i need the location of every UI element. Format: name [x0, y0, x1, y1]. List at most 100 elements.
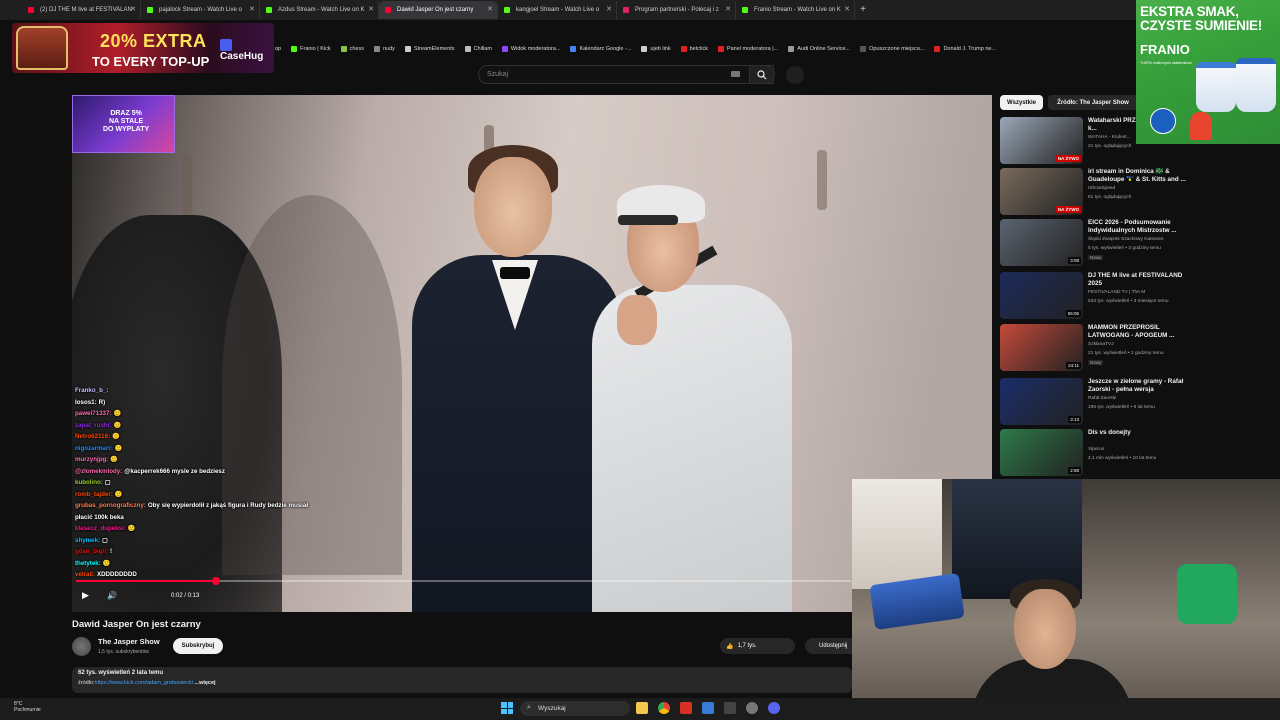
browser-tab[interactable]: Franio Stream - Watch Live on K ✕: [736, 1, 855, 19]
video-thumbnail[interactable]: 3:13: [1000, 378, 1083, 425]
close-tab-icon[interactable]: ✕: [606, 5, 612, 13]
chat-text: 🙂: [114, 490, 123, 498]
bookmark-item[interactable]: Donald J. Trump ne...: [934, 46, 996, 52]
casehug-logo: CaseHug: [220, 39, 274, 62]
bookmark-item[interactable]: Widok moderatora...: [501, 46, 560, 52]
bookmark-label: chess: [349, 46, 364, 52]
recommended-video[interactable]: 2:58 Dis vs donejty Viperus 2,1 mln wyświet…: [1000, 429, 1280, 479]
recommended-video[interactable]: 3:08 EICC 2026 - Podsumowanie Indywidualn…: [1000, 219, 1280, 269]
icecream-ad[interactable]: EKSTRA SMAK, CZYSTE SUMIENIE! FRANIO *100…: [1136, 0, 1280, 144]
bookmark-item[interactable]: nudy: [373, 46, 395, 52]
video-thumbnail[interactable]: NA ŻYWO: [1000, 117, 1083, 164]
recommended-channel[interactable]: SzklanaTVJ: [1088, 342, 1114, 347]
video-thumbnail[interactable]: 24:11: [1000, 324, 1083, 371]
play-button[interactable]: ▶: [82, 590, 89, 601]
search-input[interactable]: Szukaj: [478, 65, 774, 84]
subscribe-button[interactable]: Subskrybuj: [173, 638, 223, 654]
keyboard-icon[interactable]: [731, 71, 740, 77]
browser-tab[interactable]: Azdus Stream - Watch Live on K ✕: [260, 1, 379, 19]
bookmark-item[interactable]: Franio | Kick: [291, 46, 331, 52]
taskbar-search[interactable]: ⌕ Wyszukaj: [520, 701, 630, 716]
bookmark-item[interactable]: Chillam: [464, 46, 492, 52]
video-thumbnail[interactable]: 2:58: [1000, 429, 1083, 476]
bookmark-item[interactable]: chess: [340, 46, 364, 52]
recommended-title[interactable]: EICC 2026 - Podsumowanie Indywidualnych …: [1088, 219, 1190, 235]
voice-search-button[interactable]: [786, 66, 804, 84]
chat-message: @zlomekmlody: @kacperrek666 mysle ze bedz…: [75, 466, 395, 478]
video-thumbnail[interactable]: 3:08: [1000, 219, 1083, 266]
recommended-video[interactable]: NA ŻYWO irl stream in Dominica 🇩🇲 & Guade…: [1000, 168, 1280, 218]
weather-widget[interactable]: 8°C Pochmurnie: [14, 701, 41, 713]
recommended-title[interactable]: irl stream in Dominica 🇩🇲 & Guadeloupe 🇬…: [1088, 168, 1190, 184]
search-button[interactable]: [749, 65, 775, 84]
bookmark-item[interactable]: ujeb link: [641, 46, 671, 52]
browser-tab[interactable]: Program partnerski - Polecaj i z ✕: [617, 1, 736, 19]
casehug-ad[interactable]: 20% EXTRA TO EVERY TOP-UP CaseHug: [12, 23, 274, 73]
discord-icon[interactable]: [768, 702, 780, 714]
notes-icon[interactable]: [702, 702, 714, 714]
chat-message: thetytek: 🙂: [75, 558, 395, 570]
icecream-tub-image: [1236, 58, 1276, 112]
bookmark-item[interactable]: StreamElements: [404, 46, 455, 52]
recommended-title[interactable]: Dis vs donejty: [1088, 429, 1190, 437]
close-tab-icon[interactable]: ✕: [249, 5, 255, 13]
tab-label: (2) DJ THE M live at FESTIVALAN: [40, 7, 132, 13]
browser-tab[interactable]: Dawid Jasper On jest czarny ✕: [379, 1, 498, 19]
recommended-channel[interactable]: Śląski Związek Szachowy Katowice: [1088, 237, 1164, 242]
chrome-icon[interactable]: [658, 702, 670, 714]
recommended-channel[interactable]: IShowSpeed: [1088, 186, 1115, 191]
bookmark-item[interactable]: Kalendarz Google -...: [570, 46, 631, 52]
recommended-video[interactable]: 24:11 MAMMON PRZEPROSIL LATWOGANG - APOGE…: [1000, 324, 1280, 374]
browser-tab[interactable]: (2) DJ THE M live at FESTIVALAN ✕: [22, 1, 141, 19]
bookmark-item[interactable]: betclick: [680, 46, 708, 52]
source-link[interactable]: https://www.kick.com/adam_grabowiecki: [95, 680, 193, 686]
bookmark-favicon-icon: [934, 46, 941, 52]
video-thumbnail[interactable]: 55:05: [1000, 272, 1083, 319]
recommended-title[interactable]: MAMMON PRZEPROSIL LATWOGANG - APOGEUM ..…: [1088, 324, 1190, 340]
close-tab-icon[interactable]: ✕: [368, 5, 374, 13]
close-tab-icon[interactable]: ✕: [130, 5, 136, 13]
recommended-channel[interactable]: WATAHA - Krulest...: [1088, 135, 1131, 140]
recommended-channel[interactable]: FESTIVALAND TV | The M: [1088, 290, 1145, 295]
casehug-ad-subline: TO EVERY TOP-UP: [92, 54, 210, 69]
bookmark-favicon-icon: [340, 46, 347, 52]
chat-message: nigozarmarr: 🙂: [75, 443, 395, 455]
recommended-video[interactable]: 3:13 Jeszcze w zielone gramy - Rafał Zaor…: [1000, 378, 1280, 428]
show-more-link[interactable]: ...więcej: [194, 680, 215, 686]
windows-start-icon[interactable]: [501, 702, 513, 714]
casehug-brand: CaseHug: [220, 51, 264, 62]
tab-label: Franio Stream - Watch Live on K: [754, 7, 841, 13]
chat-message: shymek: ▢: [75, 535, 395, 547]
recommended-video[interactable]: 55:05 DJ THE M live at FESTIVALAND 2025 FE…: [1000, 272, 1280, 322]
bookmark-item[interactable]: Opuszczone miejsca...: [860, 46, 924, 52]
close-tab-icon[interactable]: ✕: [725, 5, 731, 13]
bookmark-item[interactable]: Audi Online Service...: [788, 46, 850, 52]
channel-name[interactable]: The Jasper Show: [98, 637, 160, 646]
terminal-icon[interactable]: [724, 702, 736, 714]
settings-icon[interactable]: [746, 702, 758, 714]
chip-all[interactable]: Wszystkie: [1000, 95, 1043, 110]
share-button[interactable]: Udostępnij: [805, 638, 855, 654]
app-red-icon[interactable]: [680, 702, 692, 714]
recommended-channel[interactable]: Viperus: [1088, 447, 1104, 452]
new-tab-button[interactable]: +: [855, 2, 871, 18]
file-explorer-icon[interactable]: [636, 702, 648, 714]
recommended-title[interactable]: Jeszcze w zielone gramy - Rafał Zaorski …: [1088, 378, 1190, 394]
chip-source[interactable]: Źródło: The Jasper Show: [1048, 95, 1138, 110]
bookmark-favicon-icon: [570, 46, 577, 52]
like-button[interactable]: 👍 1,7 tys.: [720, 638, 795, 654]
video-overlay-ad[interactable]: DRAZ 5% NA STALE DO WYPLATY: [72, 95, 175, 153]
close-tab-icon[interactable]: ✕: [844, 5, 850, 13]
bookmark-item[interactable]: Panel moderatora |...: [717, 46, 778, 52]
progress-scrubber[interactable]: [211, 577, 220, 585]
channel-avatar[interactable]: [72, 637, 91, 656]
browser-tab[interactable]: kangjoel Stream - Watch Live o ✕: [498, 1, 617, 19]
browser-tab[interactable]: pajalock Stream - Watch Live o ✕: [141, 1, 260, 19]
bookmark-prefix[interactable]: op: [275, 46, 281, 52]
recommended-title[interactable]: DJ THE M live at FESTIVALAND 2025: [1088, 272, 1190, 288]
volume-icon[interactable]: 🔊: [107, 591, 117, 600]
chat-text: R): [98, 398, 106, 406]
video-thumbnail[interactable]: NA ŻYWO: [1000, 168, 1083, 215]
recommended-channel[interactable]: Rafał Zaorski: [1088, 396, 1116, 401]
close-tab-icon[interactable]: ✕: [487, 5, 493, 13]
